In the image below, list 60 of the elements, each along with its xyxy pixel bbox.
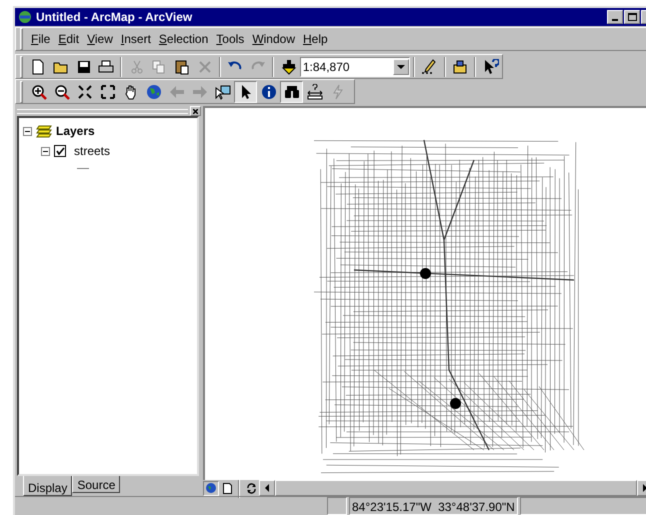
- window-title: Untitled - ArcMap - ArcView: [36, 9, 192, 26]
- zoom-out-icon: [54, 84, 70, 100]
- arrows-outward-icon: [100, 84, 116, 100]
- menu-item[interactable]: Help: [299, 30, 332, 48]
- pencil-icon: [421, 58, 438, 75]
- maximize-button[interactable]: [624, 10, 640, 24]
- data-view-button[interactable]: [203, 480, 219, 496]
- scroll-left-icon[interactable]: [259, 480, 275, 496]
- pointer-question-icon: [482, 58, 499, 75]
- page-icon: [222, 482, 232, 494]
- coordinates-readout: 84°23'15.17"W 33°48'37.90"N: [349, 497, 518, 515]
- menu-item[interactable]: Window: [248, 30, 299, 48]
- point-marker: [450, 398, 461, 409]
- printer-icon: [98, 58, 114, 75]
- copy-icon: [151, 58, 168, 75]
- map-view[interactable]: [203, 106, 646, 480]
- menu-item[interactable]: Insert: [116, 30, 155, 48]
- clipboard-icon: [174, 58, 190, 75]
- panel-tab[interactable]: Display: [23, 476, 72, 496]
- menu-item[interactable]: File: [27, 30, 54, 48]
- globe-icon: [206, 483, 216, 493]
- layer-checkbox[interactable]: [54, 145, 66, 157]
- toolbar-button[interactable]: [234, 80, 257, 103]
- new-document-icon: [30, 58, 46, 75]
- select-features-icon: [214, 84, 230, 100]
- menu-item[interactable]: Edit: [54, 30, 84, 48]
- delete-x-icon: [196, 58, 213, 75]
- right-arrow-icon: [192, 84, 208, 100]
- menu-item[interactable]: Tools: [212, 30, 248, 48]
- left-arrow-icon: [168, 84, 184, 100]
- layers-stack-icon: [36, 124, 52, 138]
- layer-group-label[interactable]: Layers: [56, 122, 95, 140]
- layer-label[interactable]: streets: [74, 142, 110, 160]
- expander-icon[interactable]: [41, 146, 50, 156]
- binoculars-icon: [284, 84, 300, 100]
- panel-tab[interactable]: Source: [72, 476, 120, 493]
- toolbar-button[interactable]: [280, 80, 303, 103]
- toolbox-icon: [452, 58, 468, 75]
- scale-value: 1:84,870: [302, 58, 351, 76]
- globe-icon: [17, 9, 33, 25]
- scissors-icon: [128, 58, 145, 75]
- point-marker: [420, 268, 431, 279]
- measure-icon: [306, 84, 322, 100]
- close-icon: [193, 108, 198, 114]
- minimize-icon: [612, 19, 618, 21]
- refresh-icon: [246, 482, 256, 494]
- hand-icon: [122, 84, 138, 100]
- add-data-plus-icon: [280, 58, 297, 75]
- maximize-icon: [628, 13, 636, 21]
- scale-dropdown[interactable]: 1:84,870: [300, 56, 410, 77]
- minimize-button[interactable]: [607, 10, 623, 24]
- arrows-inward-icon: [76, 84, 92, 100]
- info-icon: [260, 84, 276, 100]
- menu-item[interactable]: View: [83, 30, 117, 48]
- close-panel-button[interactable]: [190, 106, 201, 116]
- zoom-in-icon: [30, 84, 46, 100]
- menu-item[interactable]: Selection: [154, 30, 212, 48]
- line-symbol: [77, 168, 89, 169]
- expander-icon[interactable]: [23, 126, 32, 136]
- globe-icon: [146, 84, 162, 100]
